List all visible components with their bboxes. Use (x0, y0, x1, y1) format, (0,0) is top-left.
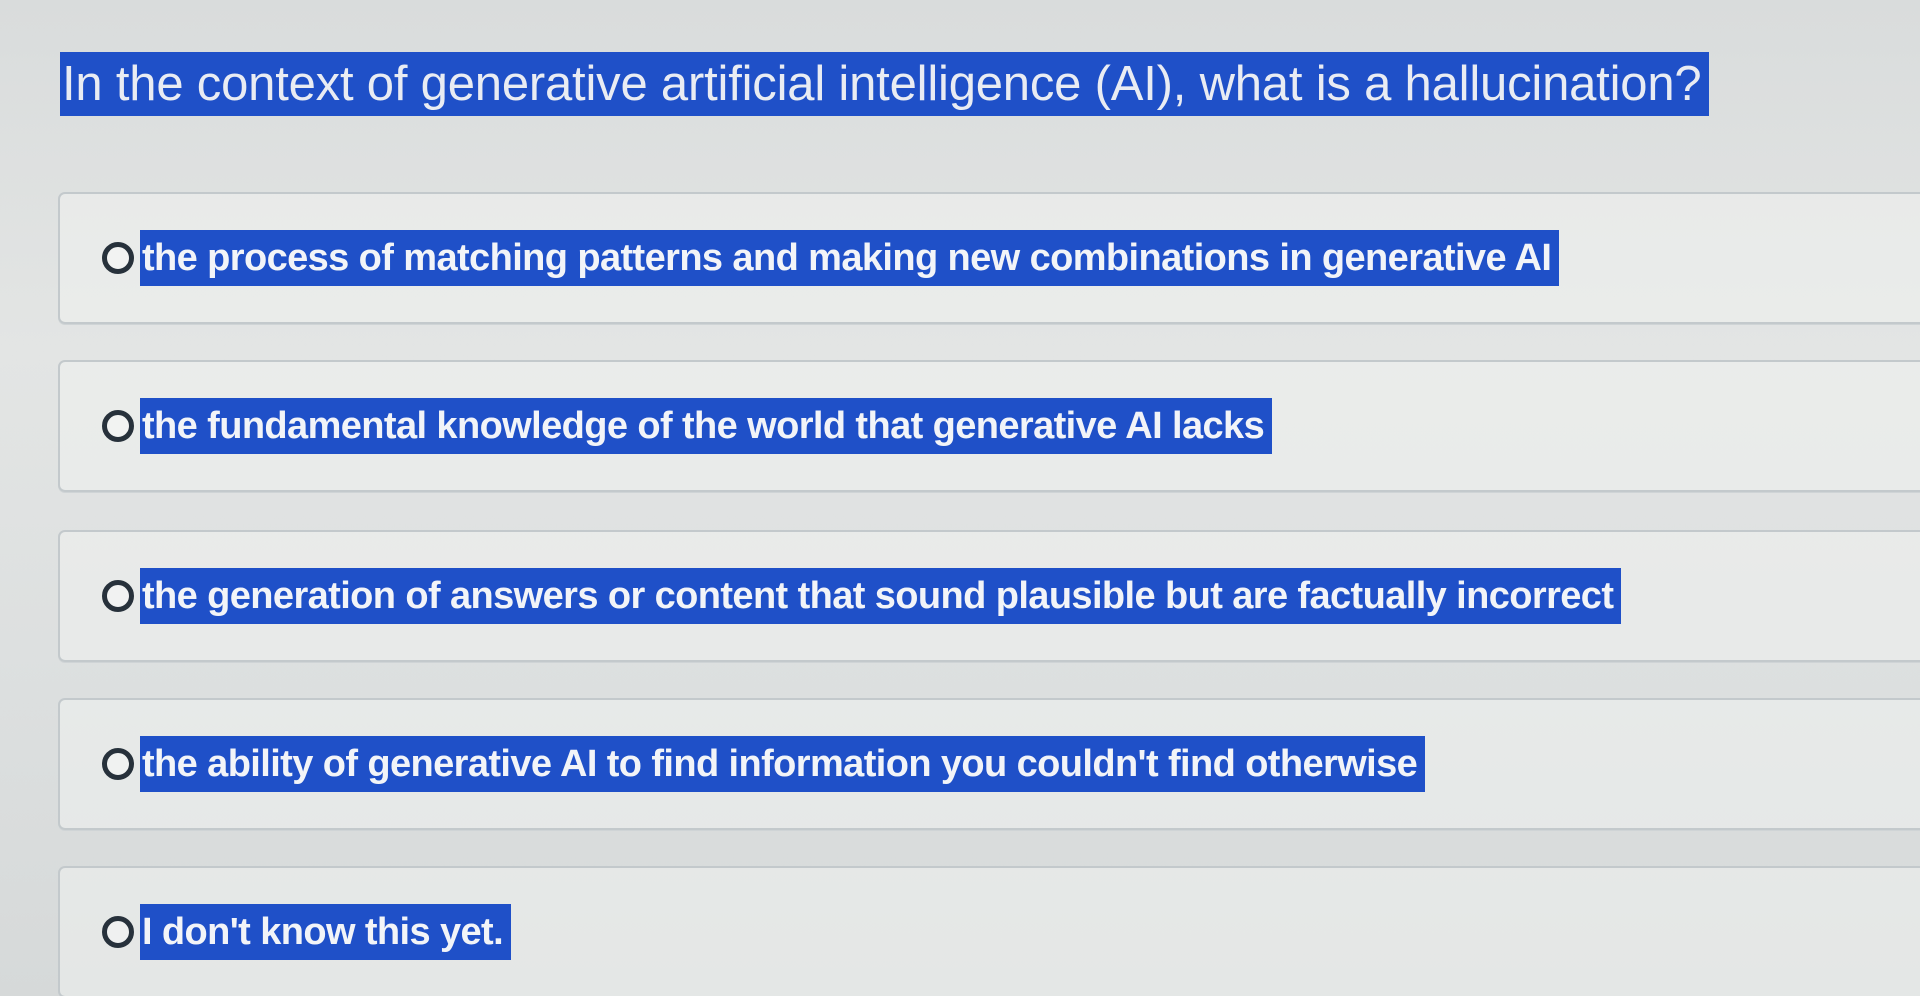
radio-unselected-icon[interactable] (102, 748, 134, 780)
answer-option-5[interactable]: I don't know this yet. (58, 866, 1920, 996)
quiz-screen: In the context of generative artificial … (0, 0, 1920, 996)
answer-option-3[interactable]: the generation of answers or content tha… (58, 530, 1920, 662)
answer-option-label: the ability of generative AI to find inf… (140, 736, 1426, 792)
answer-option-1[interactable]: the process of matching patterns and mak… (58, 192, 1920, 324)
radio-unselected-icon[interactable] (102, 242, 134, 274)
answer-option-2[interactable]: the fundamental knowledge of the world t… (58, 360, 1920, 492)
radio-unselected-icon[interactable] (102, 580, 134, 612)
radio-unselected-icon[interactable] (102, 916, 134, 948)
answer-option-label: the generation of answers or content tha… (140, 568, 1622, 624)
question: In the context of generative artificial … (60, 52, 1860, 116)
answer-option-label: the fundamental knowledge of the world t… (140, 398, 1273, 454)
question-text: In the context of generative artificial … (60, 52, 1710, 116)
answer-option-label: I don't know this yet. (140, 904, 512, 960)
answer-option-4[interactable]: the ability of generative AI to find inf… (58, 698, 1920, 830)
answer-option-label: the process of matching patterns and mak… (140, 230, 1560, 286)
radio-unselected-icon[interactable] (102, 410, 134, 442)
